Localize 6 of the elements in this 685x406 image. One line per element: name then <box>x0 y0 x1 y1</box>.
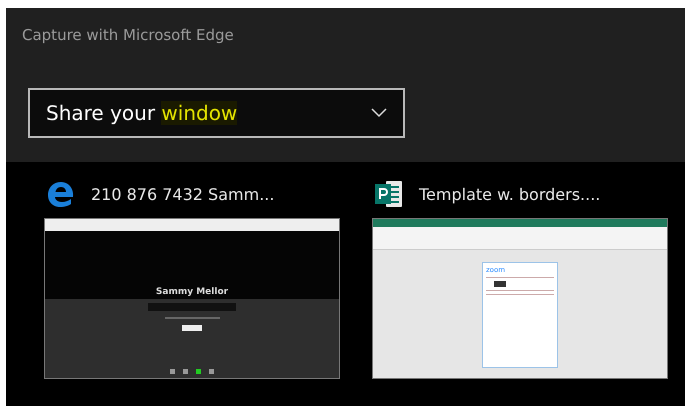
window-title: Template w. borders.... <box>419 184 600 204</box>
window-preview[interactable]: Sammy Mellor <box>44 218 340 379</box>
dialog-title: Capture with Microsoft Edge <box>22 25 235 46</box>
window-title: 210 876 7432 Samm... <box>91 184 274 204</box>
caller-name: Sammy Mellor <box>154 287 230 297</box>
share-dropdown[interactable]: Share your window <box>28 88 405 138</box>
